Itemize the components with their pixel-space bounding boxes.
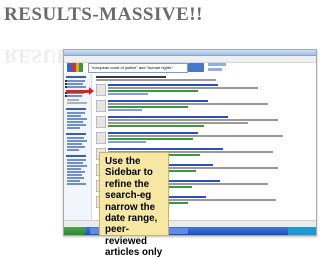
- sidebar-item[interactable]: [67, 137, 84, 139]
- result-title[interactable]: [108, 100, 208, 102]
- sidebar-item[interactable]: [67, 127, 80, 129]
- result-source: [108, 90, 198, 92]
- sidebar-item[interactable]: [67, 83, 83, 85]
- sidebar-heading: [66, 108, 86, 110]
- result-thumbnail: [96, 132, 106, 144]
- search-input[interactable]: "european court of justice" and "human r…: [88, 63, 188, 73]
- advanced-search-link[interactable]: [208, 63, 226, 66]
- sidebar-heading: [66, 133, 86, 135]
- result-snippet: [108, 122, 248, 124]
- results-summary: [96, 79, 216, 81]
- result-thumbnail: [96, 84, 106, 96]
- result-source: [108, 106, 188, 108]
- sidebar-item[interactable]: [67, 165, 87, 167]
- sidebar-item[interactable]: [67, 171, 85, 173]
- results-count: [96, 76, 166, 78]
- sidebar-item[interactable]: [67, 112, 85, 114]
- result-snippet: [108, 119, 278, 121]
- sidebar-item[interactable]: [67, 143, 82, 145]
- sidebar-tip-callout: Use the Sidebar to refine the search-eg …: [99, 152, 169, 258]
- result-title[interactable]: [108, 84, 218, 86]
- result-title[interactable]: [108, 116, 228, 118]
- sidebar-date-range[interactable]: [67, 99, 79, 101]
- sidebar-item[interactable]: [67, 180, 80, 182]
- site-logo: [67, 63, 83, 72]
- sidebar-item[interactable]: [67, 183, 86, 185]
- result-snippet: [108, 135, 283, 137]
- sidebar-item[interactable]: [67, 86, 86, 88]
- result-thumbnail: [96, 116, 106, 128]
- sidebar-item[interactable]: [67, 149, 79, 151]
- start-button[interactable]: [64, 227, 86, 235]
- sidebar-date-slider[interactable]: [67, 102, 87, 104]
- refine-sidebar: [64, 74, 92, 220]
- result-links[interactable]: [108, 109, 142, 111]
- sidebar-item[interactable]: [67, 174, 82, 176]
- sidebar-item[interactable]: [67, 146, 85, 148]
- red-arrow-pointer: [66, 87, 94, 95]
- sidebar-item[interactable]: [67, 162, 83, 164]
- sidebar-item[interactable]: [67, 168, 81, 170]
- search-row: "european court of justice" and "human r…: [64, 62, 316, 74]
- sidebar-item[interactable]: [67, 121, 83, 123]
- callout-text: Use the Sidebar to refine the search-eg …: [105, 156, 163, 259]
- sidebar-item[interactable]: [67, 140, 87, 142]
- result-thumbnail: [96, 100, 106, 112]
- sidebar-heading: [66, 155, 86, 157]
- result-title[interactable]: [108, 148, 223, 150]
- search-button[interactable]: [188, 63, 204, 72]
- result-links[interactable]: [108, 141, 146, 143]
- result-snippet: [108, 87, 258, 89]
- result-source: [108, 125, 204, 127]
- system-tray: [288, 227, 316, 235]
- sidebar-item[interactable]: [67, 95, 82, 97]
- sidebar-item[interactable]: [67, 177, 84, 179]
- sidebar-heading: [66, 76, 86, 78]
- sidebar-item[interactable]: [67, 124, 86, 126]
- sidebar-item[interactable]: [67, 80, 85, 82]
- sidebar-item[interactable]: [67, 159, 86, 161]
- sidebar-item[interactable]: [67, 118, 87, 120]
- result-links[interactable]: [108, 93, 148, 95]
- result-title[interactable]: [108, 132, 198, 134]
- slide-title: RESULTS-MASSIVE!!: [4, 4, 203, 25]
- search-options-link[interactable]: [208, 68, 222, 71]
- sidebar-item[interactable]: [67, 115, 81, 117]
- result-source: [108, 138, 193, 140]
- result-snippet: [108, 103, 268, 105]
